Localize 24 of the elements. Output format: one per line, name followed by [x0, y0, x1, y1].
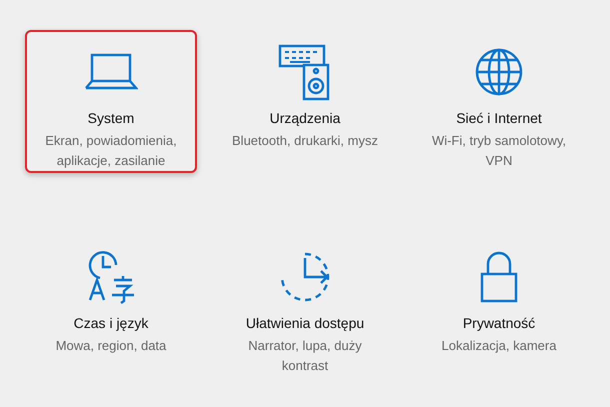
tile-description: Lokalizacja, kamera [442, 337, 556, 355]
tile-title: Urządzenia [270, 109, 340, 128]
globe-icon [474, 47, 524, 97]
tile-title: System [88, 109, 134, 128]
settings-tile[interactable]: Urządzenia Bluetooth, drukarki, mysz [219, 30, 391, 173]
laptop-icon [84, 52, 138, 92]
tile-title: Ułatwienia dostępu [246, 314, 364, 333]
tile-title: Sieć i Internet [456, 109, 542, 128]
tile-description: Ekran, powiadomienia, aplikacje, zasilanie [44, 132, 178, 170]
settings-tile[interactable]: Czas i język Mowa, region, data [25, 235, 197, 378]
tile-description: Wi-Fi, tryb samolotowy, VPN [430, 132, 568, 170]
clock-language-icon [86, 250, 136, 304]
tile-title: Prywatność [462, 314, 536, 333]
tile-title: Czas i język [74, 314, 148, 333]
settings-tile[interactable]: System Ekran, powiadomienia, aplikacje, zasilanie [25, 30, 197, 173]
accessibility-icon [278, 250, 332, 304]
tile-description: Mowa, region, data [56, 337, 166, 355]
settings-tile[interactable]: Prywatność Lokalizacja, kamera [413, 235, 585, 378]
tile-description: Narrator, lupa, duży kontrast [247, 337, 363, 375]
settings-tile[interactable]: Ułatwienia dostępu Narrator, lupa, duży kontrast [219, 235, 391, 378]
lock-icon [479, 250, 519, 304]
keyboard-speaker-icon [278, 43, 332, 101]
settings-tile[interactable]: Sieć i Internet Wi-Fi, tryb samolotowy, VPN [413, 30, 585, 173]
tile-description: Bluetooth, drukarki, mysz [232, 132, 378, 150]
